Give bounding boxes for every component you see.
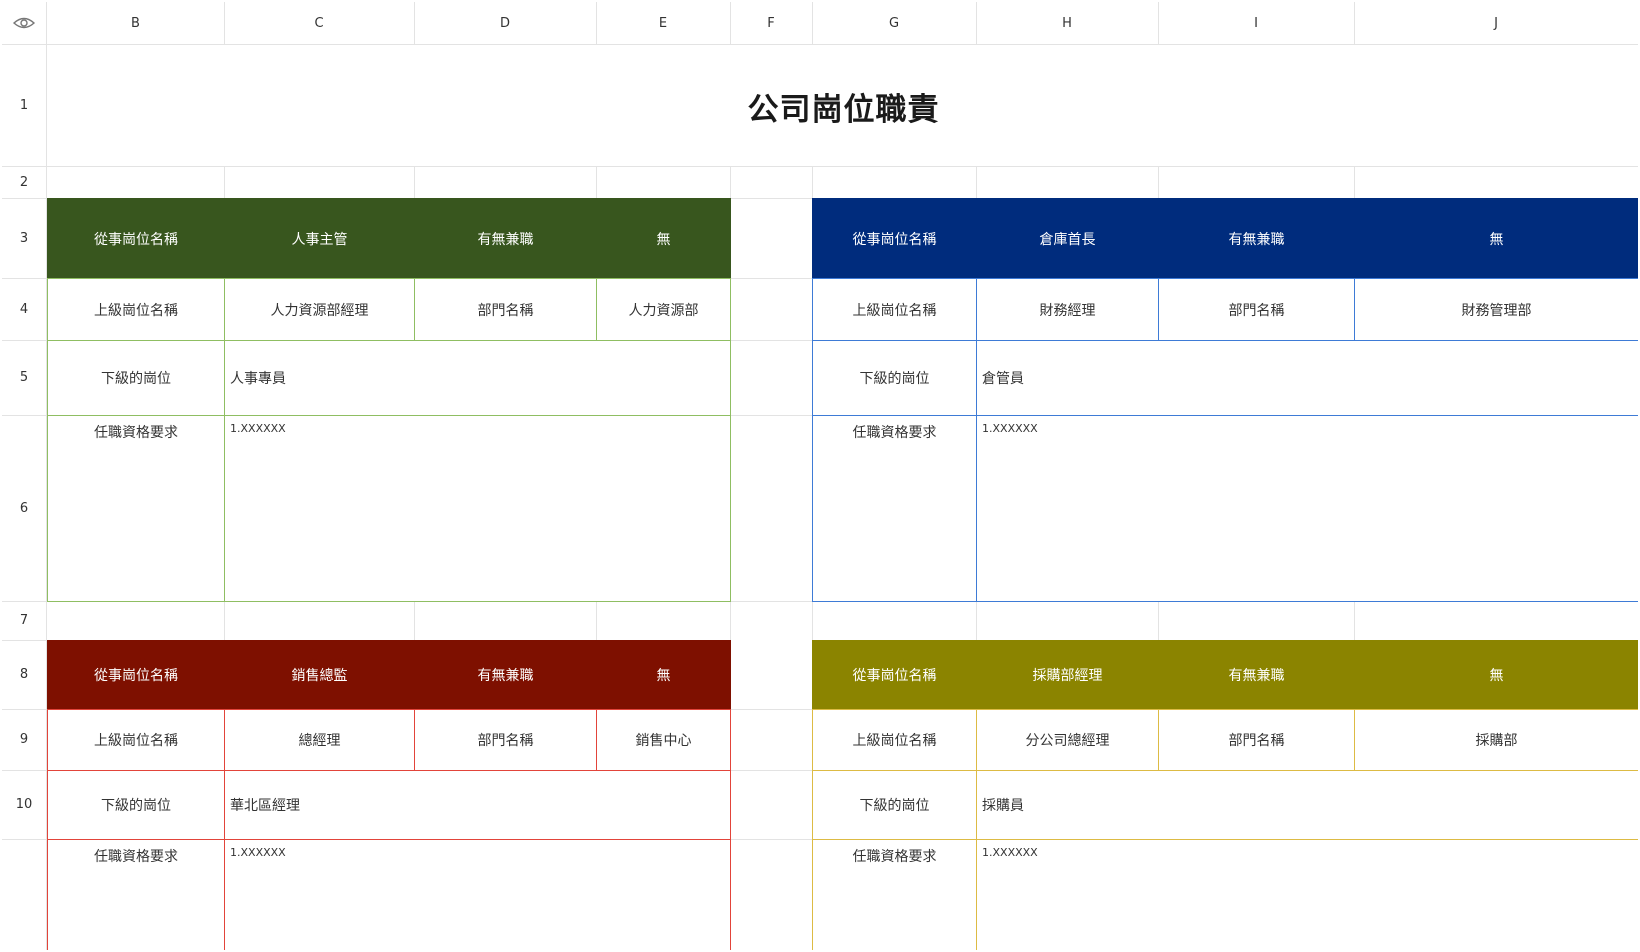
cell-gridline [976,601,977,640]
job-header-cell[interactable]: 從事崗位名稱 [47,198,225,279]
job-info-cell[interactable]: 部門名稱 [414,709,597,771]
job-info-cell[interactable]: 財務經理 [976,278,1159,341]
row-header[interactable]: 6 [2,415,46,601]
subordinate-label-cell[interactable]: 下級的崗位 [812,770,977,840]
row-header[interactable]: 1 [2,44,46,166]
spreadsheet-grid: 公司崗位職責 B C D E F G H I J 1 2 3 4 5 6 7 8 9 10 從事崗位名稱 人事主管 有無兼… [2,2,1638,950]
header-divider [2,44,1638,45]
row-gridline [730,839,812,840]
cell-gridline [812,166,813,198]
job-header-cell[interactable]: 有無兼職 [414,640,597,710]
cell-gridline [414,166,415,198]
subordinate-value-cell[interactable]: 人事專員 [224,340,731,416]
job-info-cell[interactable]: 上級崗位名稱 [47,278,225,341]
column-header[interactable]: J [1354,2,1638,44]
job-header-cell[interactable]: 採購部經理 [976,640,1159,710]
column-header[interactable]: G [812,2,976,44]
sheet-title[interactable]: 公司崗位職責 [49,46,1638,167]
cell-gridline [596,166,597,198]
subordinate-value-cell[interactable]: 倉管員 [976,340,1638,416]
cell-gridline [812,601,813,640]
row-header[interactable]: 10 [2,770,46,839]
cell-gridline [1354,601,1355,640]
cell-gridline [1158,166,1159,198]
eye-icon[interactable] [12,15,36,31]
requirement-value-cell[interactable]: 1.XXXXXX [976,415,1638,602]
job-info-cell[interactable]: 人力資源部經理 [224,278,415,341]
row-header[interactable]: 7 [2,601,46,640]
job-info-cell[interactable]: 上級崗位名稱 [812,278,977,341]
subordinate-label-cell[interactable]: 下級的崗位 [47,770,225,840]
job-info-cell[interactable]: 上級崗位名稱 [812,709,977,771]
job-info-cell[interactable]: 部門名稱 [414,278,597,341]
row-header-gridline [2,839,46,840]
job-header-cell[interactable]: 無 [596,640,731,710]
column-header[interactable]: B [47,2,224,44]
job-header-cell[interactable]: 人事主管 [224,198,415,279]
job-info-cell[interactable]: 總經理 [224,709,415,771]
job-header-cell[interactable]: 從事崗位名稱 [47,640,225,710]
row-gridline [730,278,812,279]
row-header[interactable]: 9 [2,709,46,770]
column-header[interactable]: D [414,2,596,44]
requirement-label-cell[interactable]: 任職資格要求 [47,415,225,602]
row-header[interactable]: 8 [2,640,46,709]
job-header-cell[interactable]: 無 [596,198,731,279]
cell-gridline [596,601,597,640]
row-gridline [730,770,812,771]
job-header-cell[interactable]: 有無兼職 [414,198,597,279]
row-header[interactable]: 5 [2,340,46,415]
job-info-cell[interactable]: 上級崗位名稱 [47,709,225,771]
row-header[interactable]: 3 [2,198,46,278]
cell-gridline [224,166,225,198]
cell-gridline [1354,166,1355,198]
job-header-cell[interactable]: 有無兼職 [1158,640,1355,710]
row-gridline [730,340,812,341]
job-header-cell[interactable]: 倉庫首長 [976,198,1159,279]
row-gridline [730,415,812,416]
cell-gridline [1158,601,1159,640]
row-gridline [730,709,812,710]
job-info-cell[interactable]: 分公司總經理 [976,709,1159,771]
job-info-cell[interactable]: 部門名稱 [1158,278,1355,341]
cell-gridline [976,166,977,198]
subordinate-label-cell[interactable]: 下級的崗位 [47,340,225,416]
job-header-cell[interactable]: 從事崗位名稱 [812,640,977,710]
job-info-cell[interactable]: 部門名稱 [1158,709,1355,771]
column-header[interactable]: C [224,2,414,44]
column-header[interactable]: E [596,2,730,44]
job-header-cell[interactable]: 無 [1354,640,1638,710]
subordinate-value-cell[interactable]: 採購員 [976,770,1638,840]
cell-gridline [414,601,415,640]
column-header[interactable]: H [976,2,1158,44]
requirement-label-cell[interactable]: 任職資格要求 [812,415,977,602]
job-info-cell[interactable]: 人力資源部 [596,278,731,341]
subordinate-value-cell[interactable]: 華北區經理 [224,770,731,840]
column-header[interactable]: F [730,2,812,44]
requirement-value-cell[interactable]: 1.XXXXXX [976,839,1638,950]
job-info-cell[interactable]: 財務管理部 [1354,278,1638,341]
job-info-cell[interactable]: 採購部 [1354,709,1638,771]
column-header[interactable]: I [1158,2,1354,44]
job-header-cell[interactable]: 銷售總監 [224,640,415,710]
requirement-value-cell[interactable]: 1.XXXXXX [224,839,731,950]
row-header[interactable]: 2 [2,166,46,198]
row-header[interactable]: 4 [2,278,46,340]
job-header-cell[interactable]: 從事崗位名稱 [812,198,977,279]
requirement-label-cell[interactable]: 任職資格要求 [47,839,225,950]
job-info-cell[interactable]: 銷售中心 [596,709,731,771]
subordinate-label-cell[interactable]: 下級的崗位 [812,340,977,416]
cell-gridline [730,166,731,198]
requirement-value-cell[interactable]: 1.XXXXXX [224,415,731,602]
cell-gridline [730,601,731,640]
row-gridline [2,166,1638,167]
requirement-label-cell[interactable]: 任職資格要求 [812,839,977,950]
cell-gridline [224,601,225,640]
job-header-cell[interactable]: 有無兼職 [1158,198,1355,279]
job-header-cell[interactable]: 無 [1354,198,1638,279]
